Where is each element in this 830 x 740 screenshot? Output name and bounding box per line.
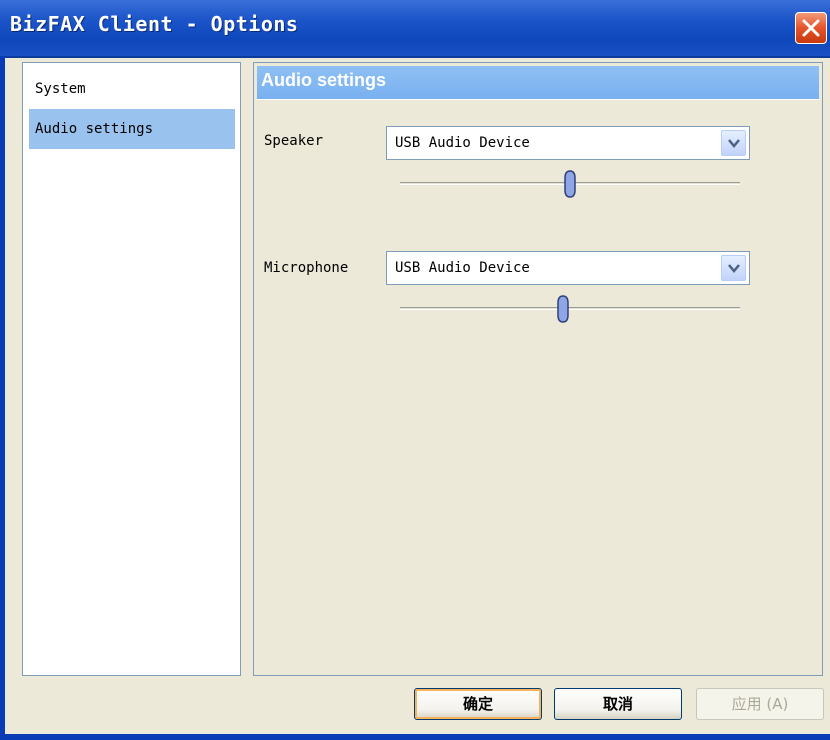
panel-title: Audio settings xyxy=(261,70,386,90)
options-window: BizFAX Client - Options System Audio set… xyxy=(0,0,830,740)
microphone-label: Microphone xyxy=(264,260,349,276)
chevron-down-icon xyxy=(728,139,740,148)
ok-button[interactable]: 确定 xyxy=(414,688,542,720)
options-nav: System Audio settings xyxy=(22,62,241,676)
microphone-slider-thumb[interactable] xyxy=(556,295,570,323)
panel-header: Audio settings xyxy=(257,66,819,100)
sidebar-item-system[interactable]: System xyxy=(29,69,235,109)
title-bar[interactable]: BizFAX Client - Options xyxy=(0,0,830,58)
speaker-slider-thumb[interactable] xyxy=(563,170,577,198)
settings-panel: Audio settings Speaker USB Audio Device … xyxy=(253,62,823,676)
speaker-label: Speaker xyxy=(264,133,324,149)
speaker-device-value: USB Audio Device xyxy=(395,135,530,151)
close-icon xyxy=(802,19,820,37)
sidebar-item-label: System xyxy=(35,81,86,97)
window-frame-bottom xyxy=(0,734,830,740)
speaker-dropdown-button[interactable] xyxy=(721,130,746,156)
close-button[interactable] xyxy=(795,12,827,44)
window-title: BizFAX Client - Options xyxy=(10,12,299,36)
microphone-device-value: USB Audio Device xyxy=(395,260,530,276)
chevron-down-icon xyxy=(728,264,740,273)
apply-button[interactable]: 应用 (A) xyxy=(696,688,824,720)
speaker-device-select[interactable]: USB Audio Device xyxy=(386,126,750,160)
sidebar-item-label: Audio settings xyxy=(35,121,154,137)
microphone-dropdown-button[interactable] xyxy=(721,255,746,281)
cancel-button[interactable]: 取消 xyxy=(554,688,682,720)
microphone-device-select[interactable]: USB Audio Device xyxy=(386,251,750,285)
sidebar-item-audio-settings[interactable]: Audio settings xyxy=(29,109,235,149)
microphone-volume-slider[interactable] xyxy=(400,295,740,323)
speaker-volume-slider[interactable] xyxy=(400,170,740,198)
